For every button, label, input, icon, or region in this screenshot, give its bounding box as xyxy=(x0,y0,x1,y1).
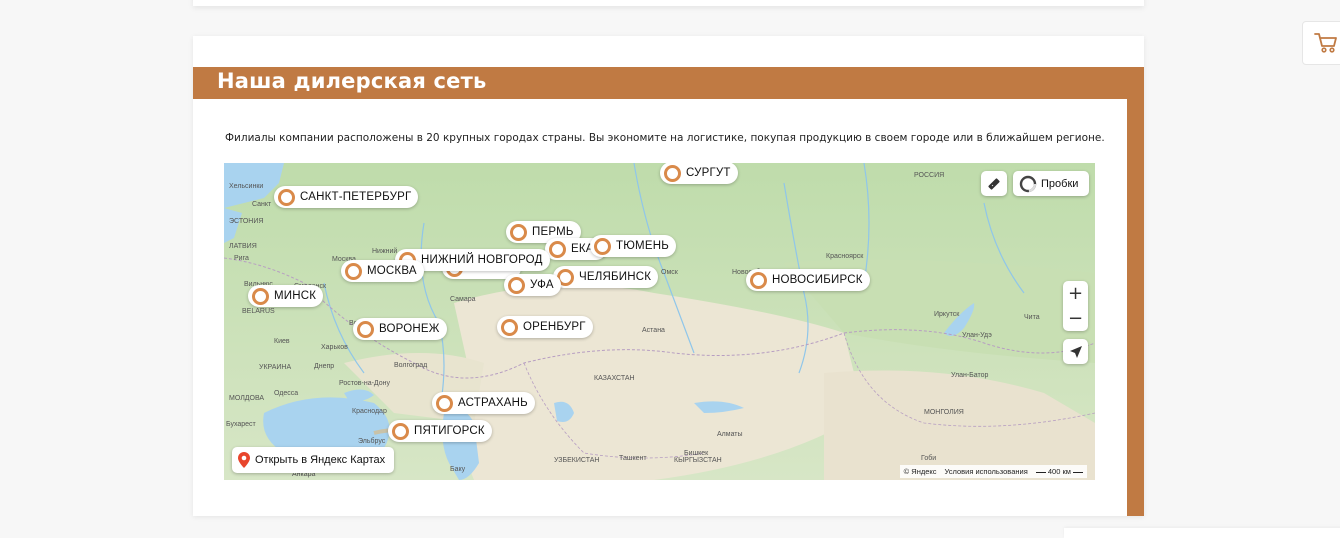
section-header: Наша дилерская сеть xyxy=(193,67,1144,99)
map-base-label: Днепр xyxy=(314,363,335,370)
section-title: Наша дилерская сеть xyxy=(217,69,487,93)
map-base-label: Омск xyxy=(661,269,678,276)
open-in-yandex-label: Открыть в Яндекс Картах xyxy=(255,454,386,466)
marker-dot-icon xyxy=(594,237,611,255)
zoom-out-button[interactable]: − xyxy=(1063,306,1088,331)
cart-icon xyxy=(1314,33,1337,53)
city-marker-tyumen[interactable]: ТЮМЕНЬ xyxy=(590,235,676,257)
map-base-label: Ростов-на-Дону xyxy=(339,380,390,387)
map-base-label: КАЗАХСТАН xyxy=(594,375,635,382)
city-marker-novosibirsk[interactable]: НОВОСИБИРСК xyxy=(746,269,870,291)
map-pin-icon xyxy=(238,452,250,468)
map-base-label: ЛАТВИЯ xyxy=(229,243,257,250)
map-base-label: Самара xyxy=(450,296,476,303)
dealer-map[interactable]: Хельсинки Санкт ЭСТОНИЯ ЛАТВИЯ Рига Виль… xyxy=(224,163,1095,480)
city-marker-orenburg[interactable]: ОРЕНБУРГ xyxy=(497,316,593,338)
map-base-label: КЫРГЫЗСТАН xyxy=(674,457,722,464)
marker-dot-icon xyxy=(508,276,525,294)
map-base-label: Волгоград xyxy=(394,362,428,369)
traffic-button[interactable]: Пробки xyxy=(1013,171,1089,196)
map-base-label: УКРАИНА xyxy=(259,364,292,371)
previous-card xyxy=(193,0,1144,6)
map-base-label: Чита xyxy=(1024,314,1040,321)
map-base-label: Алматы xyxy=(717,431,743,438)
zoom-control: + − xyxy=(1063,281,1088,331)
accent-sidebar xyxy=(1127,99,1144,516)
map-base-label: ЭСТОНИЯ xyxy=(229,218,264,225)
marker-dot-icon xyxy=(549,240,566,258)
map-base-label: МОЛДОВА xyxy=(229,395,265,402)
map-base-label: Хельсинки xyxy=(229,183,264,190)
city-marker-chelyabinsk[interactable]: ЧЕЛЯБИНСК xyxy=(553,266,659,288)
map-base-label: Харьков xyxy=(321,344,348,351)
map-base-label: Санкт xyxy=(252,201,272,208)
map-base-label: Бухарест xyxy=(226,421,256,428)
zoom-in-button[interactable]: + xyxy=(1063,281,1088,306)
city-marker-pyatigorsk[interactable]: ПЯТИГОРСК xyxy=(388,420,492,442)
map-base-label: Баку xyxy=(450,466,466,473)
yandex-copyright[interactable]: © Яндекс xyxy=(904,467,937,476)
marker-dot-icon xyxy=(392,422,409,440)
map-base-label: УЗБЕКИСТАН xyxy=(554,457,600,464)
map-base-label: Астана xyxy=(642,327,665,334)
traffic-label: Пробки xyxy=(1041,177,1079,190)
marker-dot-icon xyxy=(501,318,518,336)
map-base-label: РОССИЯ xyxy=(914,172,945,179)
map-base-label: Нижний xyxy=(372,248,398,255)
dealer-network-card: Наша дилерская сеть Филиалы компании рас… xyxy=(193,36,1144,516)
geolocation-button[interactable] xyxy=(1063,339,1088,364)
location-arrow-icon xyxy=(1069,345,1082,358)
map-base-label: Одесса xyxy=(274,390,299,397)
open-in-yandex-maps-button[interactable]: Открыть в Яндекс Картах xyxy=(232,447,395,473)
marker-dot-icon xyxy=(510,223,527,241)
map-base-label: Иркутск xyxy=(934,311,960,318)
marker-dot-icon xyxy=(278,188,295,206)
map-base-label: Гоби xyxy=(921,455,937,462)
next-card xyxy=(1064,528,1340,538)
map-base-label: МОНГОЛИЯ xyxy=(924,409,964,416)
marker-dot-icon xyxy=(345,262,362,280)
map-base-label: Ташкент xyxy=(619,455,647,462)
map-base-label: Улан-Батор xyxy=(951,372,989,379)
city-marker-ufa[interactable]: УФА xyxy=(504,274,561,296)
terms-link[interactable]: Условия использования xyxy=(945,467,1028,476)
marker-dot-icon xyxy=(357,320,374,338)
ruler-icon xyxy=(988,177,1000,190)
marker-dot-icon xyxy=(664,164,681,182)
traffic-icon xyxy=(1019,175,1037,192)
map-base-label: Рига xyxy=(234,255,249,262)
city-marker-surgut[interactable]: СУРГУТ xyxy=(660,163,738,184)
city-marker-astrakhan[interactable]: АСТРАХАНЬ xyxy=(432,392,535,414)
city-marker-minsk[interactable]: МИНСК xyxy=(248,285,324,307)
map-base-label: Бишкек xyxy=(684,450,709,457)
map-base-label: Киев xyxy=(274,338,290,345)
map-base-label: Улан-Удэ xyxy=(962,332,992,339)
map-base-label: Красноярск xyxy=(826,253,864,260)
map-base-label: Краснодар xyxy=(352,408,387,415)
cart-button[interactable] xyxy=(1302,21,1340,65)
ruler-button[interactable] xyxy=(981,171,1007,196)
marker-dot-icon xyxy=(252,287,269,305)
section-description: Филиалы компании расположены в 20 крупны… xyxy=(225,132,1105,144)
marker-dot-icon xyxy=(436,394,453,412)
map-base-label: BELARUS xyxy=(242,308,275,315)
map-attribution: © Яндекс Условия использования 400 км xyxy=(899,465,1087,478)
marker-dot-icon xyxy=(750,271,767,289)
city-marker-moscow[interactable]: МОСКВА xyxy=(341,260,424,282)
city-marker-voronezh[interactable]: ВОРОНЕЖ xyxy=(353,318,447,340)
scale-bar: 400 км xyxy=(1035,467,1083,476)
map-base-label: Эльбрус xyxy=(358,438,386,445)
city-marker-saint-petersburg[interactable]: САНКТ-ПЕТЕРБУРГ xyxy=(274,186,419,208)
